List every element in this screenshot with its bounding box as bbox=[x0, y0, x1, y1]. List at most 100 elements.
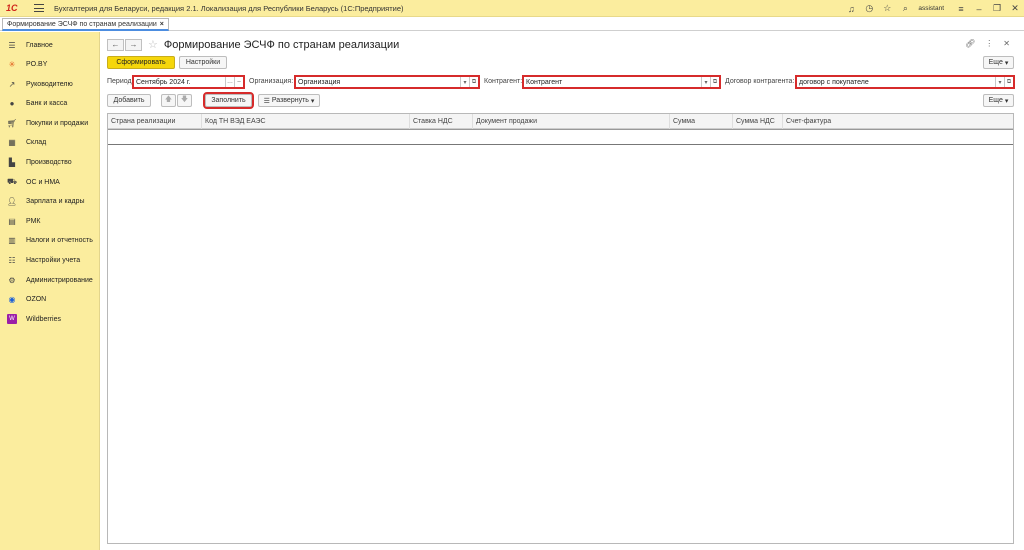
search-icon[interactable]: ⌕ bbox=[896, 3, 914, 14]
tab-eschf[interactable]: Формирование ЭСЧФ по странам реализации … bbox=[2, 18, 169, 31]
sidebar-item-label: Склад bbox=[26, 138, 47, 146]
more-actions-icon[interactable]: ⋮ bbox=[985, 39, 993, 48]
wildberries-icon: W bbox=[7, 314, 17, 324]
contract-field[interactable]: договор с покупателе ▾ ⧉ bbox=[795, 75, 1015, 89]
column-tnved-code[interactable]: Код ТН ВЭД ЕАЭС bbox=[202, 114, 410, 129]
expand-button[interactable]: ☰ Развернуть ▾ bbox=[258, 94, 320, 107]
move-down-button[interactable]: 🡇 bbox=[177, 94, 192, 107]
contract-value: договор с покупателе bbox=[799, 78, 869, 86]
period-clear-icon[interactable]: – bbox=[234, 77, 243, 87]
sidebar-item-administration[interactable]: ⚙ Администрирование bbox=[0, 271, 100, 289]
more-button[interactable]: Еще ▾ bbox=[983, 56, 1014, 69]
period-label: Период: bbox=[107, 78, 134, 85]
menu-lines-icon: ☰ bbox=[8, 40, 16, 50]
org-open-icon[interactable]: ⧉ bbox=[469, 77, 478, 87]
bell-icon[interactable]: ♫ bbox=[842, 4, 860, 14]
sidebar-item-label: Производство bbox=[26, 158, 72, 166]
window-titlebar: 1С Бухгалтерия для Беларуси, редакция 2.… bbox=[0, 0, 1024, 17]
sidebar-item-rmk[interactable]: ▤ РМК bbox=[0, 212, 100, 230]
fill-button[interactable]: Заполнить bbox=[203, 92, 254, 109]
sidebar-item-manager[interactable]: ↗ Руководителю bbox=[0, 75, 100, 93]
data-table[interactable]: Страна реализации Код ТН ВЭД ЕАЭС Ставка… bbox=[107, 113, 1014, 544]
star-icon[interactable]: ☆ bbox=[878, 3, 896, 14]
sidebar-item-label: OZON bbox=[26, 295, 47, 303]
sidebar-item-sales[interactable]: 🛒︎ Покупки и продажи bbox=[0, 114, 100, 132]
counterparty-value: Контрагент bbox=[526, 78, 563, 86]
trend-icon: ↗ bbox=[8, 79, 16, 89]
coin-icon: ● bbox=[9, 98, 15, 108]
move-up-button[interactable]: 🡅 bbox=[161, 94, 176, 107]
period-field[interactable]: Сентябрь 2024 г. … – bbox=[132, 75, 245, 89]
table-row[interactable] bbox=[108, 129, 1013, 145]
settings-button[interactable]: Настройки bbox=[179, 56, 227, 69]
sidebar-item-label: Руководителю bbox=[26, 80, 73, 88]
main-menu-icon[interactable] bbox=[34, 4, 44, 12]
column-invoice[interactable]: Счет-фактура bbox=[783, 114, 1013, 129]
chart-icon: ▥ bbox=[8, 235, 16, 245]
column-country[interactable]: Страна реализации bbox=[108, 114, 202, 129]
contract-open-icon[interactable]: ⧉ bbox=[1004, 77, 1013, 87]
sidebar-item-accounting-settings[interactable]: ☷ Настройки учета bbox=[0, 251, 100, 269]
menu-icon[interactable]: ≡ bbox=[952, 4, 970, 14]
sidebar-item-assets[interactable]: ⛟ ОС и НМА bbox=[0, 173, 100, 191]
counterparty-open-icon[interactable]: ⧉ bbox=[710, 77, 719, 87]
link-icon[interactable]: 🔗︎ bbox=[965, 39, 975, 48]
sidebar-item-production[interactable]: ▙ Производство bbox=[0, 153, 100, 171]
counterparty-field[interactable]: Контрагент ▾ ⧉ bbox=[522, 75, 721, 89]
tab-close-icon[interactable]: × bbox=[160, 21, 164, 28]
column-amount[interactable]: Сумма bbox=[670, 114, 733, 129]
sidebar-item-salary[interactable]: 👤︎ Зарплата и кадры bbox=[0, 192, 100, 210]
add-button[interactable]: Добавить bbox=[107, 94, 151, 107]
sidebar: ☰ Главное ✳ PO.BY ↗ Руководителю ● Банк и ка… bbox=[0, 32, 100, 550]
sidebar-item-label: Покупки и продажи bbox=[26, 119, 89, 127]
cart-icon: 🛒︎ bbox=[6, 118, 18, 128]
column-vat-amount[interactable]: Сумма НДС bbox=[733, 114, 783, 129]
sidebar-item-ozon[interactable]: ◉ OZON bbox=[0, 290, 100, 308]
app-logo: 1С bbox=[6, 3, 18, 13]
sidebar-item-wildberries[interactable]: W Wildberries bbox=[0, 310, 100, 328]
sidebar-item-label: Банк и касса bbox=[26, 99, 68, 107]
sidebar-item-label: Зарплата и кадры bbox=[26, 197, 85, 205]
sidebar-item-poby[interactable]: ✳ PO.BY bbox=[0, 55, 100, 73]
sidebar-item-label: Wildberries bbox=[26, 315, 62, 323]
sidebar-item-label: РМК bbox=[26, 217, 41, 225]
ozon-icon: ◉ bbox=[8, 294, 16, 304]
form-close-icon[interactable]: ✕ bbox=[1003, 39, 1010, 48]
register-icon: ▤ bbox=[8, 216, 16, 226]
sidebar-item-taxes[interactable]: ▥ Налоги и отчетность bbox=[0, 231, 100, 249]
column-sale-document[interactable]: Документ продажи bbox=[473, 114, 670, 129]
org-field[interactable]: Организация ▾ ⧉ bbox=[294, 75, 480, 89]
contract-dropdown-icon[interactable]: ▾ bbox=[995, 77, 1004, 87]
period-select-icon[interactable]: … bbox=[225, 77, 234, 87]
user-name[interactable]: assistant bbox=[918, 5, 944, 12]
forward-button[interactable]: → bbox=[125, 38, 142, 51]
table-more-button[interactable]: Еще ▾ bbox=[983, 94, 1014, 107]
sidebar-item-warehouse[interactable]: ▦ Склад bbox=[0, 133, 100, 151]
close-icon[interactable]: ✕ bbox=[1006, 3, 1024, 14]
sidebar-item-main[interactable]: ☰ Главное bbox=[0, 36, 100, 54]
tab-strip: Формирование ЭСЧФ по странам реализации … bbox=[0, 17, 1024, 31]
counterparty-dropdown-icon[interactable]: ▾ bbox=[701, 77, 710, 87]
sidebar-item-label: ОС и НМА bbox=[26, 178, 60, 186]
table-header: Страна реализации Код ТН ВЭД ЕАЭС Ставка… bbox=[108, 114, 1013, 129]
sidebar-item-label: Настройки учета bbox=[26, 256, 81, 264]
org-dropdown-icon[interactable]: ▾ bbox=[460, 77, 469, 87]
window-title: Бухгалтерия для Беларуси, редакция 2.1. … bbox=[54, 3, 404, 13]
asterisk-icon: ✳ bbox=[8, 59, 16, 69]
history-icon[interactable]: ◷ bbox=[860, 3, 878, 14]
counterparty-label: Контрагент: bbox=[484, 78, 523, 85]
sidebar-item-bank[interactable]: ● Банк и касса bbox=[0, 94, 100, 112]
favorite-star-icon[interactable]: ☆ bbox=[148, 38, 158, 51]
gear-icon: ⚙ bbox=[8, 275, 16, 285]
minimize-icon[interactable]: – bbox=[970, 4, 988, 14]
back-button[interactable]: ← bbox=[107, 38, 124, 51]
generate-button[interactable]: Сформировать bbox=[107, 56, 175, 69]
more-label: Еще bbox=[988, 59, 1003, 66]
form-area: ← → ☆ Формирование ЭСЧФ по странам реали… bbox=[101, 32, 1024, 550]
factory-icon: ▙ bbox=[8, 157, 16, 167]
truck-icon: ⛟ bbox=[6, 177, 18, 186]
sidebar-item-label: Главное bbox=[26, 41, 53, 49]
restore-icon[interactable]: ❐ bbox=[988, 3, 1006, 14]
column-vat-rate[interactable]: Ставка НДС bbox=[410, 114, 473, 129]
tab-label: Формирование ЭСЧФ по странам реализации bbox=[7, 20, 157, 28]
